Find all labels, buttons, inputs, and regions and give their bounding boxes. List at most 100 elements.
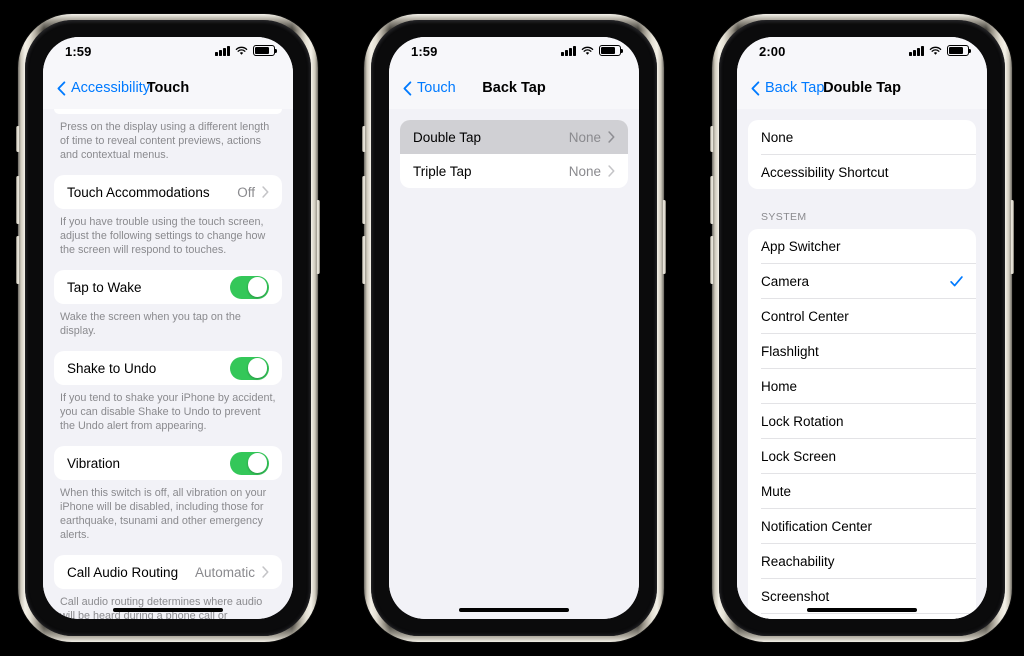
mute-switch-button[interactable]	[362, 126, 366, 152]
wifi-icon	[929, 46, 942, 55]
card-general-options: None Accessibility Shortcut	[748, 120, 976, 189]
back-button-label: Back Tap	[765, 80, 825, 96]
power-button[interactable]	[316, 200, 320, 274]
row-shake-to-undo[interactable]: Shake to Undo	[54, 351, 282, 385]
home-indicator[interactable]	[459, 608, 569, 612]
volume-down-button[interactable]	[362, 236, 366, 284]
toggle-shake-to-undo[interactable]	[230, 356, 269, 380]
row-label: Vibration	[67, 455, 121, 471]
row-option-none[interactable]: None	[748, 120, 976, 154]
volume-up-button[interactable]	[16, 176, 20, 224]
phone-screen: 1:59	[43, 37, 293, 619]
footnote-shake-to-undo: If you tend to shake your iPhone by acci…	[60, 392, 276, 432]
home-indicator[interactable]	[113, 608, 223, 612]
phone-double-tap-picker: 2:00 Back Tap Double Tap None Accessibil…	[710, 14, 1014, 642]
footnote-touch-accommodations: If you have trouble using the touch scre…	[60, 216, 266, 256]
action-picker-scroll-area[interactable]: None Accessibility Shortcut SYSTEM App S…	[737, 109, 987, 619]
battery-icon	[599, 45, 624, 56]
row-option-app-switcher[interactable]: App Switcher	[748, 229, 976, 263]
mute-switch-button[interactable]	[16, 126, 20, 152]
toggle-vibration[interactable]	[230, 451, 269, 475]
row-option-control-center[interactable]: Control Center	[748, 299, 976, 333]
power-button[interactable]	[1010, 200, 1014, 274]
back-button-back-tap[interactable]: Back Tap	[751, 80, 824, 96]
row-label: Triple Tap	[413, 163, 472, 179]
row-value: None	[568, 163, 601, 179]
row-label: Tap to Wake	[67, 279, 142, 295]
row-option-lock-rotation[interactable]: Lock Rotation	[748, 404, 976, 438]
status-time: 1:59	[411, 44, 438, 59]
phone-screen: 2:00 Back Tap Double Tap None Accessibil…	[737, 37, 987, 619]
cellular-bars-icon	[909, 45, 924, 56]
row-option-camera[interactable]: Camera	[748, 264, 976, 298]
wifi-icon	[581, 46, 594, 55]
row-label: Touch Accommodations	[67, 184, 210, 200]
row-option-mute[interactable]: Mute	[748, 474, 976, 508]
card-shake-to-undo: Shake to Undo	[54, 351, 282, 385]
row-label: Double Tap	[413, 129, 482, 145]
chevron-left-icon	[403, 80, 412, 96]
row-label: Notification Center	[761, 518, 873, 534]
home-indicator[interactable]	[807, 608, 917, 612]
nav-bar: Back Tap Double Tap	[737, 67, 987, 109]
status-bar: 1:59	[389, 37, 639, 67]
row-touch-accommodations[interactable]: Touch Accommodations Off	[54, 175, 282, 209]
status-bar: 1:59	[43, 37, 293, 67]
back-button-label: Accessibility	[71, 80, 150, 96]
chevron-left-icon	[57, 80, 66, 96]
chevron-right-icon	[262, 186, 269, 198]
wifi-icon	[235, 46, 248, 55]
row-option-shake[interactable]: Shake	[748, 614, 976, 619]
settings-scroll-area[interactable]: Press on the display using a different l…	[43, 109, 293, 619]
nav-bar: Touch Back Tap	[389, 67, 639, 109]
row-option-notification-center[interactable]: Notification Center	[748, 509, 976, 543]
card-vibration: Vibration	[54, 446, 282, 480]
row-option-accessibility-shortcut[interactable]: Accessibility Shortcut	[748, 155, 976, 189]
mute-switch-button[interactable]	[710, 126, 714, 152]
row-tap-to-wake[interactable]: Tap to Wake	[54, 270, 282, 304]
card-tap-to-wake: Tap to Wake	[54, 270, 282, 304]
back-button-accessibility[interactable]: Accessibility	[57, 80, 150, 96]
chevron-right-icon	[608, 165, 615, 177]
phone-screen: 1:59	[389, 37, 639, 619]
cellular-bars-icon	[561, 45, 576, 56]
chevron-right-icon	[608, 131, 615, 143]
volume-down-button[interactable]	[710, 236, 714, 284]
chevron-right-icon	[262, 566, 269, 578]
row-label: Reachability	[761, 553, 835, 569]
volume-down-button[interactable]	[16, 236, 20, 284]
row-option-home[interactable]: Home	[748, 369, 976, 403]
row-label: Control Center	[761, 308, 849, 324]
row-label: Lock Rotation	[761, 413, 844, 429]
row-label: Home	[761, 378, 798, 394]
status-icons	[909, 44, 972, 56]
volume-up-button[interactable]	[710, 176, 714, 224]
battery-icon	[947, 45, 972, 56]
row-call-audio-routing[interactable]: Call Audio Routing Automatic	[54, 555, 282, 589]
checkmark-icon	[950, 275, 963, 286]
status-time: 2:00	[759, 44, 786, 59]
row-value: None	[568, 129, 601, 145]
row-option-reachability[interactable]: Reachability	[748, 544, 976, 578]
footnote-vibration: When this switch is off, all vibration o…	[60, 487, 267, 541]
status-time: 1:59	[65, 44, 92, 59]
footnote-tap-to-wake: Wake the screen when you tap on the disp…	[60, 311, 241, 337]
power-button[interactable]	[662, 200, 666, 274]
battery-icon	[253, 45, 278, 56]
row-triple-tap[interactable]: Triple Tap None	[400, 154, 628, 188]
phone-touch-settings: 1:59 Accessibility Touch Press on the di…	[16, 14, 320, 642]
row-option-lock-screen[interactable]: Lock Screen	[748, 439, 976, 473]
row-label: Screenshot	[761, 588, 830, 604]
volume-up-button[interactable]	[362, 176, 366, 224]
toggle-tap-to-wake[interactable]	[230, 275, 269, 299]
back-button-label: Touch	[417, 80, 456, 96]
back-button-touch[interactable]: Touch	[403, 80, 456, 96]
chevron-left-icon	[751, 80, 760, 96]
phone-bezel: 1:59	[25, 20, 311, 636]
row-vibration[interactable]: Vibration	[54, 446, 282, 480]
row-option-flashlight[interactable]: Flashlight	[748, 334, 976, 368]
row-label: Call Audio Routing	[67, 564, 179, 580]
row-label: None	[761, 129, 794, 145]
settings-scroll-area[interactable]: Double Tap None Triple Tap None	[389, 109, 639, 619]
row-double-tap[interactable]: Double Tap None	[400, 120, 628, 154]
